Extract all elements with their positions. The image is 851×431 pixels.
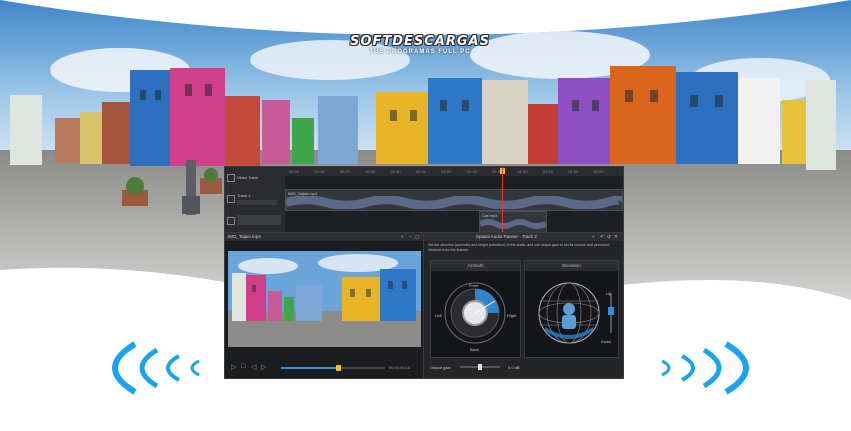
small-audio-clip[interactable]: Car.mp3 — [479, 211, 547, 233]
panner-title-bar: Spatial Audio Panner - Track 2 ● ↶ ↺ ✕ — [424, 233, 623, 241]
track2-controls[interactable] — [237, 215, 281, 225]
left-label: Left — [435, 313, 442, 318]
maximize-icon[interactable]: ▢ — [415, 233, 419, 241]
track1-controls[interactable] — [237, 200, 277, 205]
playhead[interactable] — [502, 167, 503, 233]
ruler-tick-label: 01:50 — [568, 169, 579, 174]
viewer-time: 00:00:06:18 — [389, 365, 411, 370]
spatial-audio-panner: Spatial Audio Panner - Track 2 ● ↶ ↺ ✕ S… — [423, 232, 624, 379]
ruler-tick-label: 01:10 — [466, 169, 477, 174]
front-label: Front — [469, 283, 479, 288]
back-label: Back — [470, 347, 479, 352]
ruler-tick-label: 00:10 — [314, 169, 325, 174]
viewer-title-bar: IMG_Taipei.mp4 ● – ▢ — [225, 233, 423, 241]
output-gain-row: Output gain 0.0 dB — [424, 359, 623, 377]
previous-frame-icon[interactable]: ◁ — [251, 363, 256, 371]
panner-description: Set the direction (azimuth) and height (… — [428, 243, 610, 252]
ruler-tick-label: 00:50 — [415, 169, 426, 174]
audio-track-icon — [227, 195, 235, 203]
elevation-title: Elevation — [525, 261, 618, 271]
down-label: Down — [601, 339, 612, 344]
brand-name: SOFTDESCARGAS — [350, 34, 490, 49]
output-gain-slider[interactable] — [460, 364, 500, 370]
playback-slider[interactable] — [281, 365, 385, 371]
audio-track-icon — [227, 217, 235, 225]
output-gain-value: 0.0 dB — [508, 365, 520, 370]
output-gain-knob[interactable] — [478, 364, 482, 370]
help-icon[interactable]: ● — [592, 233, 595, 241]
ruler-tick-label: 01:40 — [542, 169, 553, 174]
main-waveform — [286, 196, 622, 209]
output-gain-label: Output gain — [430, 365, 451, 370]
small-waveform — [480, 219, 546, 229]
video-track-header[interactable]: Video Track — [225, 167, 285, 190]
brand-logo: SOFTDESCARGAS TUS PROGRAMAS FULL PC — [330, 34, 510, 55]
brand-tagline: TUS PROGRAMAS FULL PC — [369, 49, 471, 55]
playback-knob[interactable] — [336, 365, 342, 371]
preview-viewer: IMG_Taipei.mp4 ● – ▢ ▷ □ ◁ ▷ 00:00:06:18 — [224, 232, 424, 379]
video-track-icon — [227, 174, 235, 182]
elevation-panel: Elevation Up Down — [524, 260, 619, 358]
undo-icon[interactable]: ↺ — [607, 233, 611, 241]
close-icon[interactable]: ✕ — [614, 233, 618, 241]
main-audio-clip[interactable]: IMG_Taipei.mp4 — [285, 189, 623, 211]
track2-header[interactable] — [225, 209, 285, 234]
playback-progress — [281, 367, 339, 369]
ruler-tick-label: 02:00 — [593, 169, 604, 174]
promo-scene: SOFTDESCARGAS TUS PROGRAMAS FULL PC 00:0… — [0, 0, 851, 431]
video-track-label: Video Track — [237, 175, 259, 180]
panner-title: Spatial Audio Panner - Track 2 — [476, 234, 537, 239]
elevation-sphere[interactable] — [525, 271, 618, 357]
timeline-editor: 00:00 00:10 00:20 00:30 00:40 00:50 01:00 01:10… — [224, 166, 624, 234]
play-icon[interactable]: ▷ — [231, 363, 236, 371]
reset-icon[interactable]: ↶ — [600, 233, 604, 241]
video-preview — [228, 251, 421, 347]
viewer-title: IMG_Taipei.mp4 — [228, 234, 261, 239]
transport-bar: ▷ □ ◁ ▷ 00:00:06:18 — [225, 357, 423, 377]
stop-icon[interactable]: □ — [241, 363, 245, 370]
time-ruler[interactable]: 00:00 00:10 00:20 00:30 00:40 00:50 01:00 01:10… — [285, 167, 623, 176]
sound-wave-left-icon — [112, 341, 200, 395]
up-label: Up — [606, 291, 612, 296]
sound-wave-right-icon — [661, 341, 749, 395]
ruler-tick-label: 00:00 — [289, 169, 300, 174]
ruler-tick-label: 00:40 — [390, 169, 401, 174]
minimize-icon[interactable]: – — [409, 233, 412, 241]
ruler-tick-label: 00:30 — [365, 169, 376, 174]
right-label: Right — [507, 313, 517, 318]
ruler-tick-label: 00:20 — [339, 169, 350, 174]
track1-header[interactable]: Track 1 — [225, 189, 285, 210]
small-clip-name: Car.mp3 — [482, 213, 498, 218]
azimuth-title: Azimuth — [431, 261, 520, 271]
next-frame-icon[interactable]: ▷ — [261, 363, 266, 371]
help-icon[interactable]: ● — [401, 233, 404, 241]
azimuth-panel: Azimuth Front Back Left Right — [430, 260, 521, 358]
track1-label: Track 1 — [237, 193, 251, 198]
ruler-tick-label: 01:00 — [441, 169, 452, 174]
ruler-tick-label: 01:30 — [517, 169, 528, 174]
